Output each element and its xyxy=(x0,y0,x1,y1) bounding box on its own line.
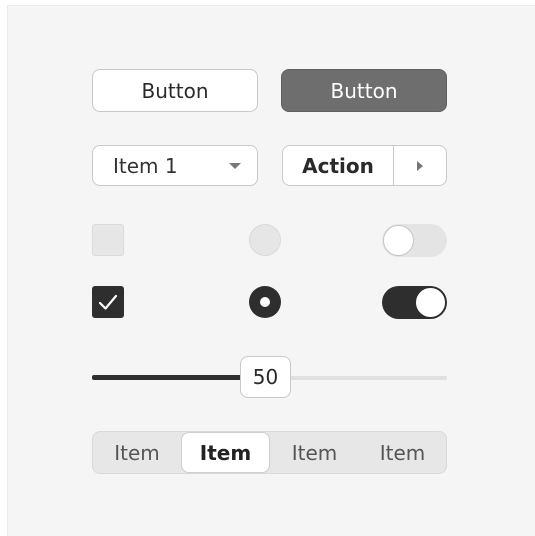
dropdown-selected-label: Item 1 xyxy=(113,153,178,178)
radio-unselected[interactable] xyxy=(249,224,281,256)
slider-fill xyxy=(92,375,264,380)
secondary-button[interactable]: Button xyxy=(92,69,258,112)
radio-dot xyxy=(260,297,270,307)
action-menu-button[interactable] xyxy=(394,146,446,185)
action-button[interactable]: Action xyxy=(283,146,394,185)
toggle-knob xyxy=(415,287,446,318)
toggle-on[interactable] xyxy=(382,286,447,319)
segment-item-2[interactable]: Item xyxy=(181,432,270,473)
segment-item-1[interactable]: Item xyxy=(93,432,181,473)
radio-selected[interactable] xyxy=(249,286,281,318)
item-dropdown[interactable]: Item 1 xyxy=(92,145,258,186)
checkmark-icon xyxy=(98,294,118,310)
slider-thumb[interactable]: 50 xyxy=(240,356,291,398)
segment-item-3[interactable]: Item xyxy=(270,432,359,473)
chevron-right-icon xyxy=(417,160,423,171)
checkbox-checked[interactable] xyxy=(92,286,124,318)
chevron-down-icon xyxy=(229,163,241,169)
toggle-knob xyxy=(383,225,414,256)
primary-button[interactable]: Button xyxy=(281,69,447,112)
toggle-off[interactable] xyxy=(382,224,447,257)
segment-item-4[interactable]: Item xyxy=(359,432,446,473)
checkbox-unchecked[interactable] xyxy=(92,224,124,256)
action-split-button: Action xyxy=(282,145,447,186)
segmented-control: Item Item Item Item xyxy=(92,431,447,474)
